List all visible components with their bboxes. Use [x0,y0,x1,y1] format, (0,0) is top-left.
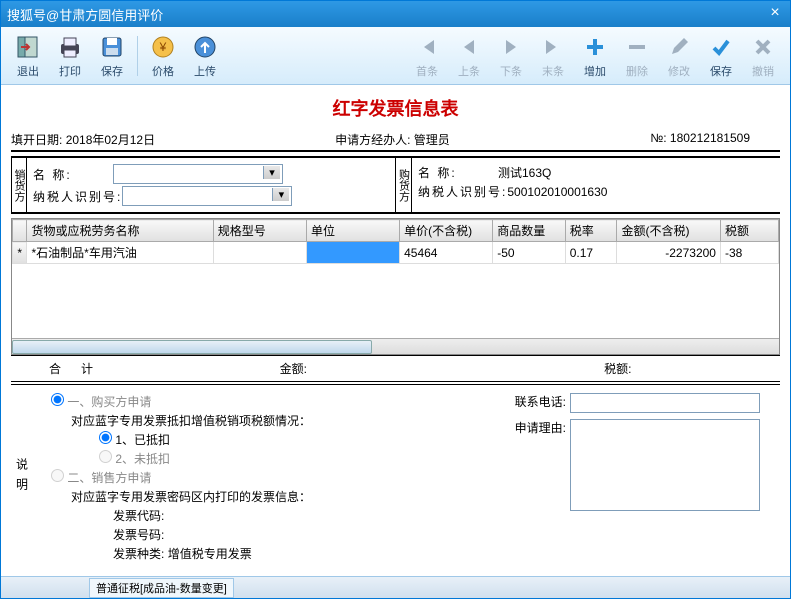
next-icon [497,33,525,61]
buyer-apply-radio[interactable] [51,393,64,406]
last-icon [539,33,567,61]
apply-reason-textarea[interactable] [570,419,760,511]
toolbar: 退出 打印 保存 ¥ 价格 上传 首条 上条 下条 末条 增加 删除 修改 保存… [1,27,790,85]
close-icon[interactable]: × [766,5,784,23]
edit-icon [665,33,693,61]
printer-icon [56,33,84,61]
invoice-type: 增值税专用发票 [168,547,252,561]
print-button[interactable]: 打印 [49,33,91,79]
cancel-icon [749,33,777,61]
svg-text:¥: ¥ [159,40,167,54]
col-header[interactable]: 单位 [306,220,399,242]
status-chip: 普通征税[成品油-数量变更] [89,578,234,598]
floppy-icon [98,33,126,61]
horizontal-scrollbar[interactable] [12,338,779,354]
col-header[interactable]: 货物或应税劳务名称 [27,220,213,242]
col-header[interactable]: 税额 [720,220,778,242]
table-row[interactable]: **石油制品*车用汽油45464-500.17-2273200-38 [13,242,779,264]
delete-button[interactable]: 删除 [616,33,658,79]
buyer-heading: 购货方 [396,158,412,212]
col-header[interactable]: 商品数量 [493,220,565,242]
add-button[interactable]: 增加 [574,33,616,79]
col-header[interactable]: 规格型号 [213,220,306,242]
first-icon [413,33,441,61]
not-deducted-radio [99,450,112,463]
page-title: 红字发票信息表 [11,95,780,121]
buyer-taxid: 500102010001630 [507,185,607,199]
check-icon [707,33,735,61]
items-table[interactable]: 货物或应税劳务名称规格型号单位单价(不含税)商品数量税率金额(不含税)税额 **… [11,218,780,355]
statusbar: 普通征税[成品油-数量变更] [1,576,790,598]
seller-heading: 销货方 [11,158,27,212]
first-button[interactable]: 首条 [406,33,448,79]
price-button[interactable]: ¥ 价格 [142,33,184,79]
save-button[interactable]: 保存 [91,33,133,79]
col-header[interactable]: 金额(不含税) [617,220,721,242]
upload-button[interactable]: 上传 [184,33,226,79]
cancel-button[interactable]: 撤销 [742,33,784,79]
window-title: 搜狐号@甘肃方圆信用评价 [7,5,163,24]
col-header[interactable]: 单价(不含税) [400,220,493,242]
applicant: 管理员 [414,133,450,147]
header-info: 填开日期: 2018年02月12日 申请方经办人: 管理员 №: 1802121… [11,129,780,152]
exit-button[interactable]: 退出 [7,33,49,79]
seller-name-combo[interactable] [113,164,283,184]
minus-icon [623,33,651,61]
doc-number: 180212181509 [670,131,750,145]
buyer-name: 测试163Q [498,164,551,181]
modify-button[interactable]: 修改 [658,33,700,79]
issue-date: 2018年02月12日 [66,133,155,147]
separator [137,36,138,76]
save2-button[interactable]: 保存 [700,33,742,79]
notes-heading: 说明 [11,385,33,570]
prev-icon [455,33,483,61]
seller-taxid-combo[interactable] [122,186,292,206]
price-icon: ¥ [149,33,177,61]
contact-phone-input[interactable] [570,393,760,413]
last-button[interactable]: 末条 [532,33,574,79]
total-row: 合计 金额: 税额: [11,355,780,382]
col-header[interactable]: 税率 [565,220,617,242]
next-button[interactable]: 下条 [490,33,532,79]
exit-icon [14,33,42,61]
plus-icon [581,33,609,61]
invoice-no-label: 发票号码: [113,526,770,543]
deducted-radio[interactable] [99,431,112,444]
upload-icon [191,33,219,61]
prev-button[interactable]: 上条 [448,33,490,79]
seller-apply-radio [51,469,64,482]
titlebar: 搜狐号@甘肃方圆信用评价 × [1,1,790,27]
